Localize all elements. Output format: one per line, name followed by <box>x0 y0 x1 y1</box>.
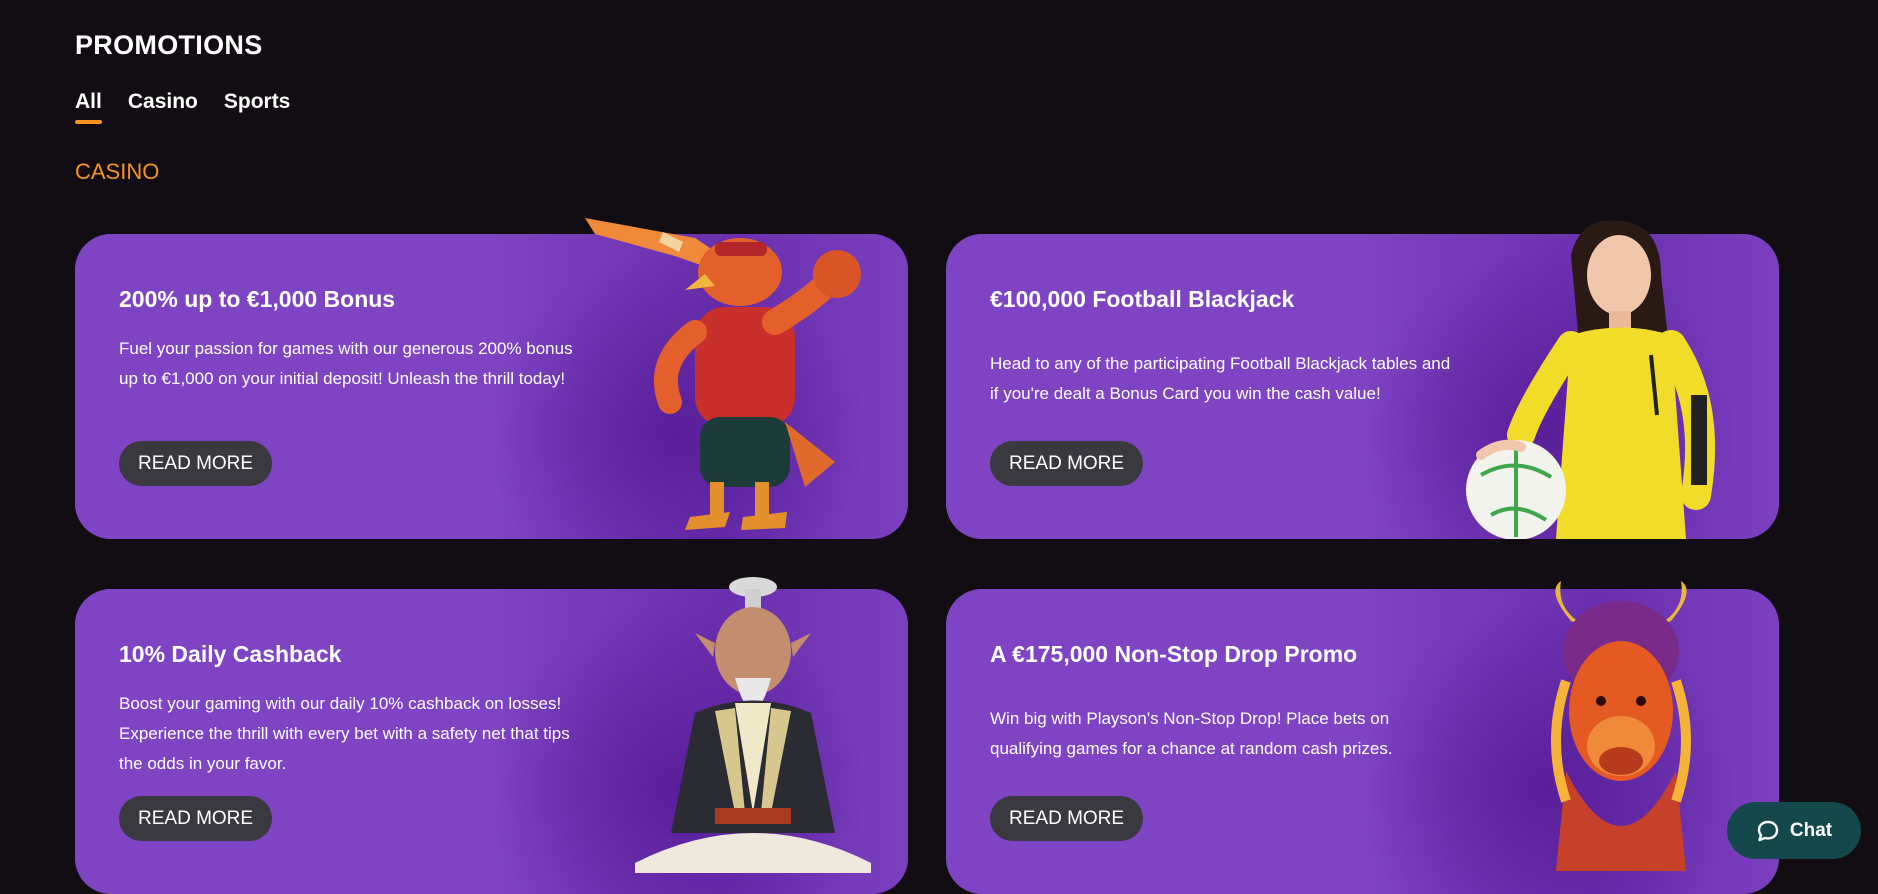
promo-card-non-stop-drop: A €175,000 Non-Stop Drop Promo Win big w… <box>946 581 1779 894</box>
promo-tabs: All Casino Sports <box>75 90 290 124</box>
promo-card-title: 10% Daily Cashback <box>119 641 342 667</box>
chat-button[interactable]: Chat <box>1727 802 1861 859</box>
tab-all[interactable]: All <box>75 90 102 124</box>
promo-card-football-blackjack: €100,000 Football Blackjack Head to any … <box>946 220 1779 539</box>
dealer-with-football-image <box>1466 220 1716 539</box>
read-more-button[interactable]: READ MORE <box>990 441 1144 486</box>
promo-card-description: Fuel your passion for games with our gen… <box>119 339 573 388</box>
read-more-button[interactable]: READ MORE <box>990 796 1144 841</box>
promo-card-title: A €175,000 Non-Stop Drop Promo <box>990 641 1358 667</box>
promo-card-bonus: 200% up to €1,000 Bonus Fuel your passio… <box>75 218 908 539</box>
read-more-button[interactable]: READ MORE <box>119 796 273 841</box>
promo-card-cashback: 10% Daily Cashback Boost your gaming wit… <box>75 577 908 894</box>
promo-card-description: Win big with Playson's Non-Stop Drop! Pl… <box>990 709 1393 758</box>
rooster-character-image <box>585 218 861 530</box>
tab-sports[interactable]: Sports <box>224 90 291 124</box>
promo-card-description: Head to any of the participating Footbal… <box>990 354 1451 403</box>
promo-card-description: Boost your gaming with our daily 10% cas… <box>119 694 570 773</box>
tab-casino[interactable]: Casino <box>128 90 198 124</box>
promo-card-title: 200% up to €1,000 Bonus <box>119 286 396 312</box>
page-title: PROMOTIONS <box>75 30 263 60</box>
read-more-button[interactable]: READ MORE <box>119 441 273 486</box>
sage-character-image <box>635 577 871 873</box>
chat-label: Chat <box>1789 819 1833 841</box>
chat-bubble-icon <box>1757 820 1779 841</box>
buffalo-character-image <box>1551 581 1691 871</box>
promo-card-title: €100,000 Football Blackjack <box>990 286 1295 312</box>
section-title-casino: CASINO <box>75 159 160 184</box>
